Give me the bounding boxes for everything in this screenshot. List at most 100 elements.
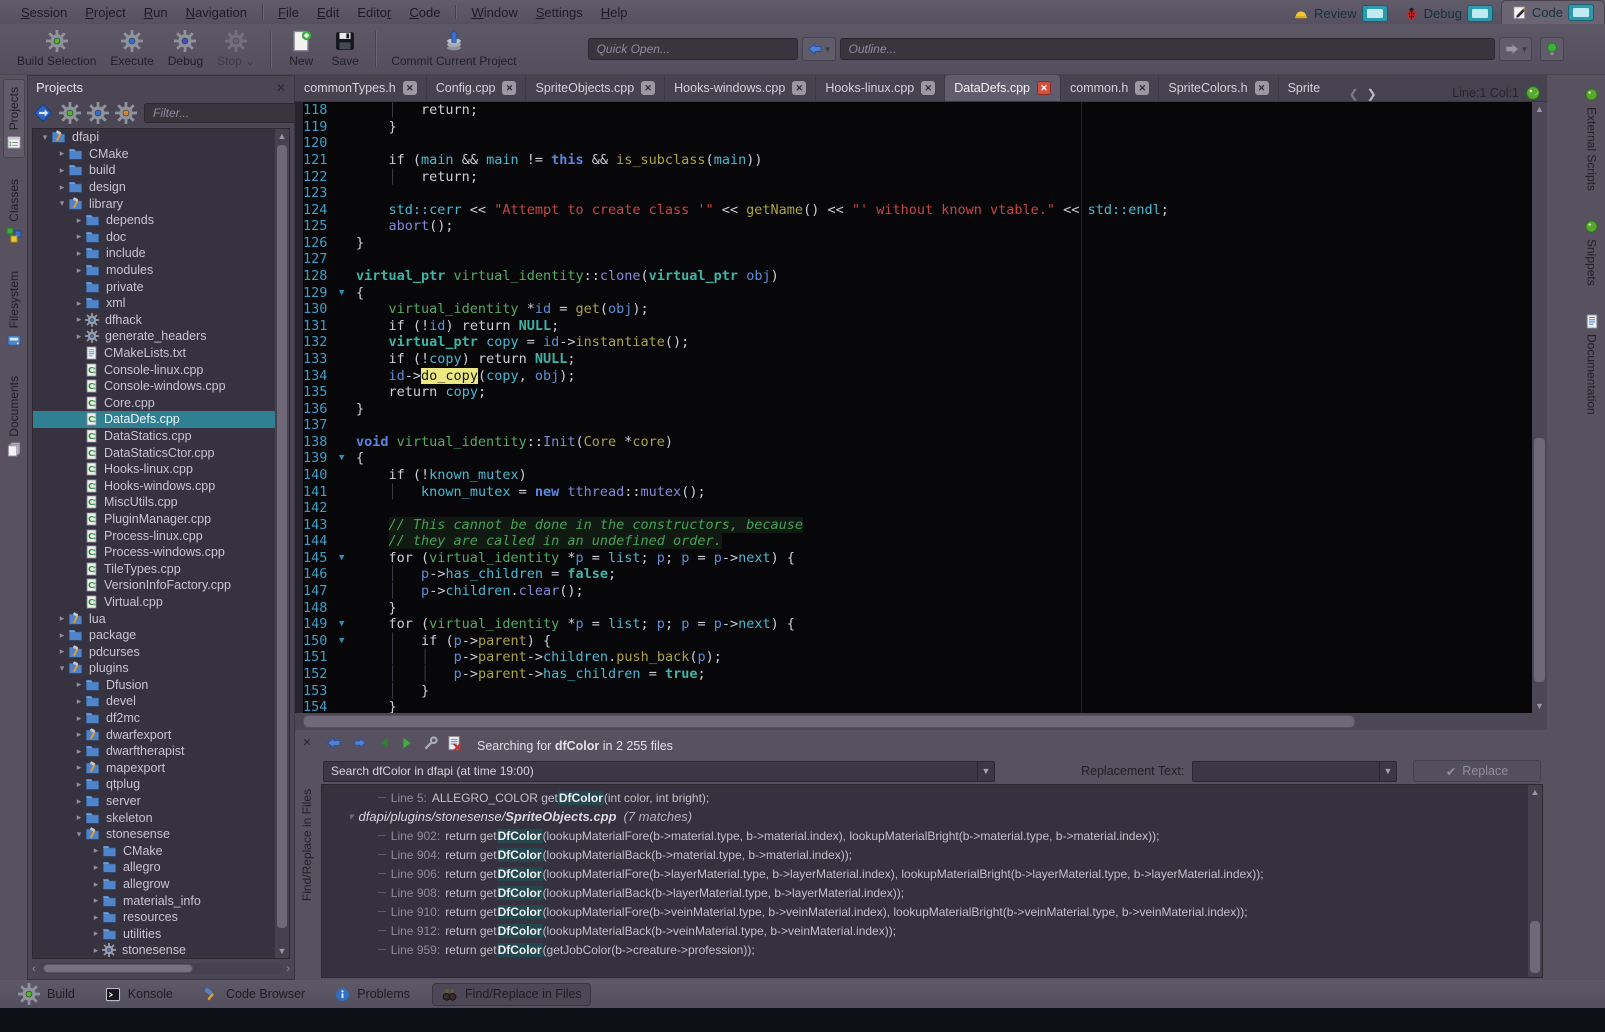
jump-next-button[interactable] — [352, 736, 368, 755]
close-icon[interactable]: ✕ — [302, 736, 311, 749]
result-match-row[interactable]: ─Line 904:return getDfColor(lookupMateri… — [322, 845, 1542, 864]
expander-icon[interactable]: ▸ — [56, 165, 68, 176]
replace-button[interactable]: ✔Replace — [1413, 760, 1541, 782]
statusbar-konsole[interactable]: Konsole — [97, 984, 181, 1005]
tree-item-process-linux-cpp[interactable]: C++Process-linux.cpp — [33, 527, 289, 544]
code-line[interactable]: 145▼ for (virtual_identity *p = list; p;… — [303, 550, 1532, 567]
monitor-icon[interactable] — [1568, 4, 1594, 21]
tree-item-console-windows-cpp[interactable]: C++Console-windows.cpp — [33, 378, 289, 395]
tree-item-lua[interactable]: ▸lua — [33, 610, 289, 627]
statusbar-build[interactable]: Build — [10, 980, 83, 1008]
sidebar-tab-documentation[interactable]: Documentation — [1583, 308, 1601, 421]
expander-icon[interactable]: ▸ — [73, 314, 85, 325]
expander-icon[interactable]: ▸ — [73, 812, 85, 823]
result-match-row[interactable]: ─Line 912:return getDfColor(lookupMateri… — [322, 921, 1542, 940]
code-line[interactable]: 146 │ p->has_children = false; — [303, 566, 1532, 583]
code-line[interactable]: 142 — [303, 500, 1532, 517]
search-history-dropdown[interactable]: Search dfColor in dfapi (at time 19:00)▼ — [323, 761, 995, 782]
tree-item-console-linux-cpp[interactable]: C++Console-linux.cpp — [33, 361, 289, 378]
tree-item-cmakelists-txt[interactable]: CMakeLists.txt — [33, 345, 289, 362]
expander-icon[interactable]: ▸ — [73, 248, 85, 259]
clean-button[interactable] — [116, 103, 136, 123]
tree-item-resources[interactable]: ▸resources — [33, 909, 289, 926]
fold-marker-icon[interactable]: ▼ — [339, 636, 356, 646]
tree-item-dfapi[interactable]: ▾dfapi — [33, 129, 289, 146]
tab-scroll-right-icon[interactable]: ❯ — [1367, 87, 1377, 101]
tree-item-pdcurses[interactable]: ▸pdcurses — [33, 643, 289, 660]
expander-icon[interactable]: ▸ — [73, 331, 85, 342]
tree-item-hooks-linux-cpp[interactable]: C++Hooks-linux.cpp — [33, 461, 289, 478]
expander-icon[interactable]: ▸ — [73, 762, 85, 773]
expander-icon[interactable]: ▸ — [73, 215, 85, 226]
tree-item-stonesense[interactable]: ▾stonesense — [33, 826, 289, 843]
fold-marker-icon[interactable]: ▼ — [339, 453, 356, 463]
editor-vscrollbar[interactable]: ▲▼ — [1532, 102, 1547, 713]
editor-tab-sprite[interactable]: Sprite — [1279, 75, 1341, 101]
editor-tab-hooks-windows-cpp[interactable]: Hooks-windows.cpp✕ — [665, 75, 816, 101]
close-icon[interactable]: ✕ — [792, 81, 806, 95]
monitor-icon[interactable] — [1467, 5, 1493, 22]
menu-settings[interactable]: Settings — [527, 3, 592, 22]
stop-button[interactable]: Stop ⌄ — [210, 28, 262, 70]
result-match-row[interactable]: ─Line 5:ALLEGRO_COLOR getDfColor(int col… — [322, 788, 1542, 807]
results-scrollbar[interactable]: ▲ — [1528, 785, 1542, 977]
tree-item-allegrow[interactable]: ▸allegrow — [33, 876, 289, 893]
expander-icon[interactable]: ▸ — [90, 945, 102, 956]
code-line[interactable]: 151 │ │ p->parent->children.push_back(p)… — [303, 649, 1532, 666]
tree-item-modules[interactable]: ▸modules — [33, 262, 289, 279]
close-icon[interactable]: ✕ — [403, 81, 417, 95]
code-line[interactable]: 130 virtual_identity *id = get(obj); — [303, 301, 1532, 318]
result-file-row[interactable]: ▾dfapi/plugins/stonesense/SpriteObjects.… — [322, 807, 1542, 826]
chevron-down-icon[interactable]: ▼ — [1379, 762, 1396, 781]
expander-icon[interactable]: ▸ — [73, 679, 85, 690]
code-line[interactable]: 133 if (!copy) return NULL; — [303, 351, 1532, 368]
tree-item-hooks-windows-cpp[interactable]: C++Hooks-windows.cpp — [33, 477, 289, 494]
code-line[interactable]: 140 if (!known_mutex) — [303, 467, 1532, 484]
tree-item-generate-headers[interactable]: ▸generate_headers — [33, 328, 289, 345]
tree-item-dfusion[interactable]: ▸Dfusion — [33, 677, 289, 694]
tree-item-versioninfofactory-cpp[interactable]: C++VersionInfoFactory.cpp — [33, 577, 289, 594]
chevron-down-icon[interactable]: ▼ — [977, 762, 994, 781]
editor-hscrollbar[interactable] — [295, 713, 1547, 730]
expander-icon[interactable]: ▸ — [73, 729, 85, 740]
fold-marker-icon[interactable]: ▼ — [339, 619, 356, 629]
tree-item-dwarfexport[interactable]: ▸dwarfexport — [33, 726, 289, 743]
build-button[interactable] — [60, 103, 80, 123]
result-match-row[interactable]: ─Line 906:return getDfColor(lookupMateri… — [322, 864, 1542, 883]
editor-tab-hooks-linux-cpp[interactable]: Hooks-linux.cpp✕ — [816, 75, 945, 101]
tree-item-tiletypes-cpp[interactable]: C++TileTypes.cpp — [33, 560, 289, 577]
menu-code[interactable]: Code — [400, 3, 449, 22]
code-line[interactable]: 121 if (main && main != this && is_subcl… — [303, 152, 1532, 169]
tree-item-process-windows-cpp[interactable]: C++Process-windows.cpp — [33, 544, 289, 561]
code-line[interactable]: 119 } — [303, 119, 1532, 136]
tree-item-dwarftherapist[interactable]: ▸dwarftherapist — [33, 743, 289, 760]
code-line[interactable]: 126} — [303, 235, 1532, 252]
expander-icon[interactable]: ▸ — [90, 928, 102, 939]
result-match-row[interactable]: ─Line 908:return getDfColor(lookupMateri… — [322, 883, 1542, 902]
code-line[interactable]: 124 std::cerr << "Attempt to create clas… — [303, 201, 1532, 218]
menu-file[interactable]: File — [269, 3, 308, 22]
editor-tab-config-cpp[interactable]: Config.cpp✕ — [427, 75, 527, 101]
expander-icon[interactable]: ▾ — [56, 198, 68, 209]
tree-item-server[interactable]: ▸server — [33, 793, 289, 810]
tree-item-df2mc[interactable]: ▸df2mc — [33, 710, 289, 727]
code-view[interactable]: 118 │ return;119 }120121 if (main && mai… — [295, 102, 1532, 713]
outline-input[interactable] — [840, 38, 1495, 60]
code-line[interactable]: 120 — [303, 135, 1532, 152]
code-line[interactable]: 137 — [303, 417, 1532, 434]
sidebar-tab-projects[interactable]: Projects — [3, 79, 25, 158]
expander-icon[interactable]: ▸ — [56, 646, 68, 657]
code-line[interactable]: 129▼{ — [303, 284, 1532, 301]
close-icon[interactable]: ✕ — [641, 81, 655, 95]
tree-item-miscutils-cpp[interactable]: C++MiscUtils.cpp — [33, 494, 289, 511]
tree-item-xml[interactable]: ▸xml — [33, 295, 289, 312]
tree-item-pluginmanager-cpp[interactable]: C++PluginManager.cpp — [33, 511, 289, 528]
expander-icon[interactable]: ▸ — [90, 845, 102, 856]
code-line[interactable]: 143 // This cannot be done in the constr… — [303, 516, 1532, 533]
sidebar-tab-classes[interactable]: Classes — [4, 172, 24, 250]
code-line[interactable]: 123 — [303, 185, 1532, 202]
monitor-icon[interactable] — [1362, 5, 1388, 22]
code-line[interactable]: 148 } — [303, 599, 1532, 616]
scroll-left-icon[interactable]: ‹ — [32, 963, 36, 975]
tree-item-include[interactable]: ▸include — [33, 245, 289, 262]
